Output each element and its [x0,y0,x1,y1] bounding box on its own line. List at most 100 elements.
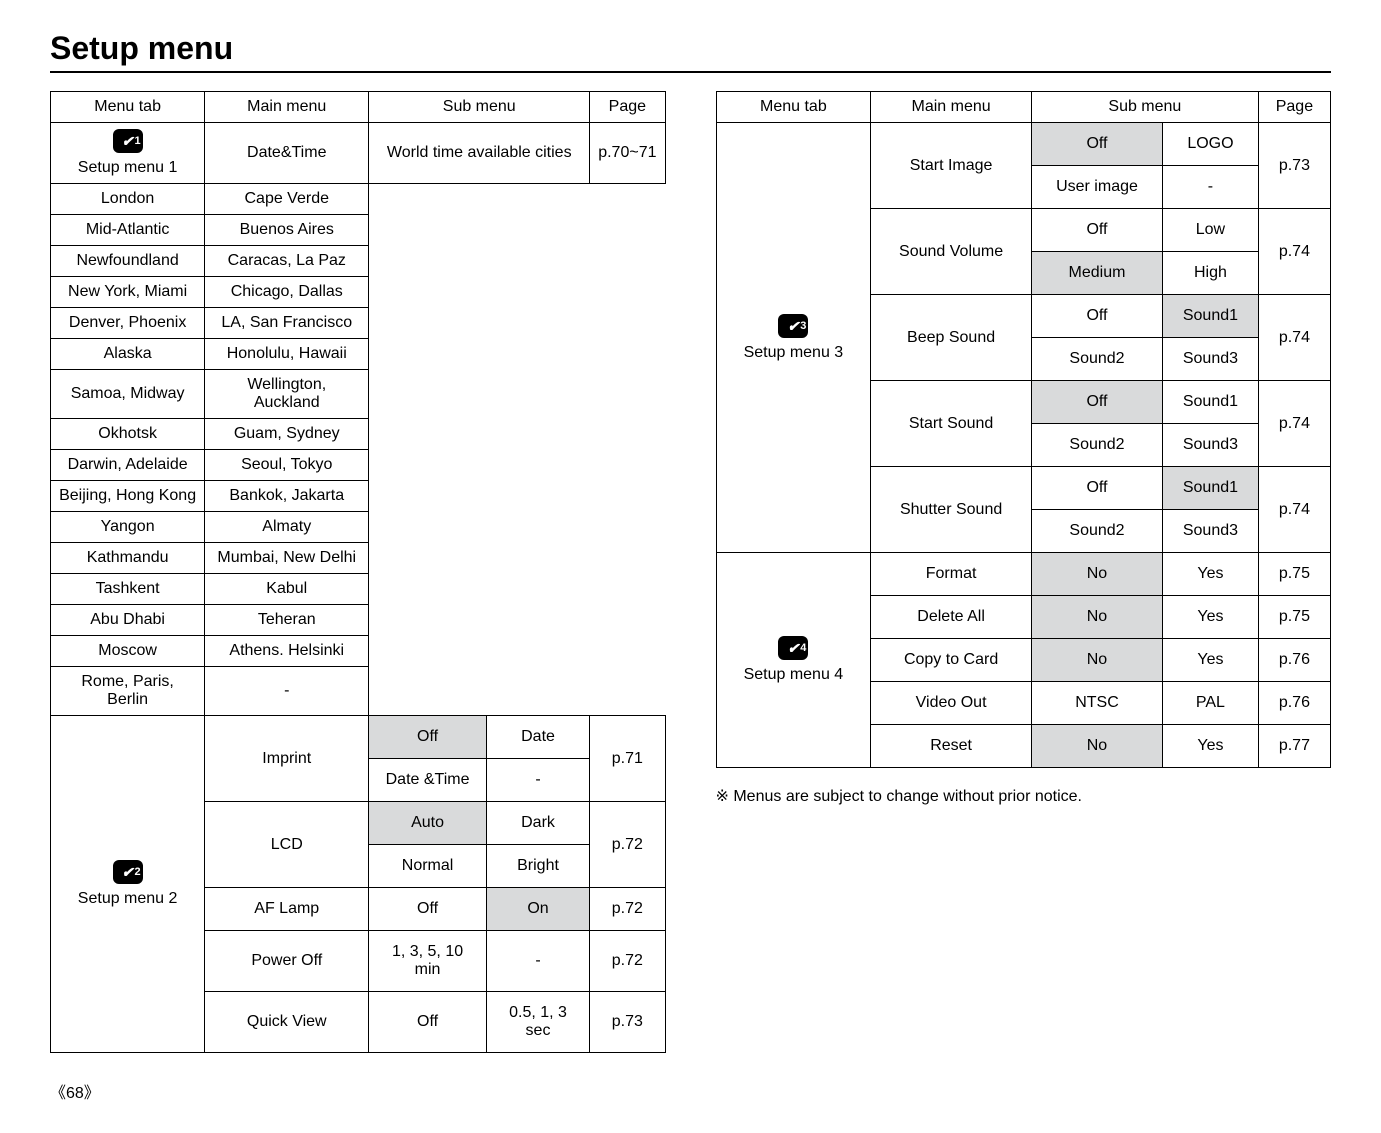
sub-menu-cell: Sound3 [1163,424,1259,467]
sub-menu-cell: Date [486,716,589,759]
city-cell: Cape Verde [205,184,369,215]
city-cell: Buenos Aires [205,215,369,246]
city-cell: Okhotsk [51,419,205,450]
setup1-label: Setup menu 1 [78,159,178,176]
main-menu-cell: Format [871,553,1032,596]
city-cell: Darwin, Adelaide [51,450,205,481]
city-row: Darwin, AdelaideSeoul, Tokyo [51,450,666,481]
wrench-icon: ✔1 [113,129,143,153]
wrench-icon: ✔3 [778,314,808,338]
page-number: 《68》 [50,1079,1331,1103]
page-cell: p.73 [1258,123,1330,209]
sub-menu-cell: Sound2 [1031,424,1162,467]
main-menu-cell: Shutter Sound [871,467,1032,553]
sub-menu-cell: NTSC [1031,682,1162,725]
city-row: AlaskaHonolulu, Hawaii [51,339,666,370]
city-cell: New York, Miami [51,277,205,308]
page-cell: p.74 [1258,467,1330,553]
sub-menu-cell: Auto [369,802,487,845]
city-cell: London [51,184,205,215]
menu-tab-setup4: ✔4Setup menu 4 [716,553,871,768]
page-cell: p.76 [1258,639,1330,682]
page-cell: p.72 [590,802,665,888]
city-row: MoscowAthens. Helsinki [51,636,666,667]
sub-menu-cell: Off [369,992,487,1053]
world-cities-label: World time available cities [369,123,590,184]
sub-menu-cell: No [1031,553,1162,596]
sub-menu-cell: Dark [486,802,589,845]
sub-menu-cell: 0.5, 1, 3 sec [486,992,589,1053]
main-menu-cell: Beep Sound [871,295,1032,381]
city-row: KathmanduMumbai, New Delhi [51,543,666,574]
setup3-label: Setup menu 3 [744,344,844,361]
page-cell: p.72 [590,931,665,992]
sub-menu-cell: Sound3 [1163,338,1259,381]
city-row: LondonCape Verde [51,184,666,215]
sub-menu-cell: Sound1 [1163,467,1259,510]
city-cell: - [205,667,369,716]
sub-menu-cell: Sound1 [1163,295,1259,338]
city-cell: Denver, Phoenix [51,308,205,339]
setup2-label: Setup menu 2 [78,890,178,907]
col-sub-menu: Sub menu [1031,92,1258,123]
main-menu-cell: Imprint [205,716,369,802]
city-cell: Athens. Helsinki [205,636,369,667]
city-cell: Beijing, Hong Kong [51,481,205,512]
sub-menu-cell: Medium [1031,252,1162,295]
sub-menu-cell: - [486,759,589,802]
sub-menu-cell: - [486,931,589,992]
sub-menu-cell: 1, 3, 5, 10 min [369,931,487,992]
city-cell: Alaska [51,339,205,370]
wrench-icon: ✔4 [778,636,808,660]
city-cell: Chicago, Dallas [205,277,369,308]
table-row: ✔4Setup menu 4FormatNoYesp.75 [716,553,1331,596]
page-cell: p.75 [1258,596,1330,639]
setup1-main: Date&Time [205,123,369,184]
city-row: YangonAlmaty [51,512,666,543]
menu-tab-setup1: ✔1 Setup menu 1 [51,123,205,184]
sub-menu-cell: Sound2 [1031,510,1162,553]
main-menu-cell: LCD [205,802,369,888]
main-menu-cell: Power Off [205,931,369,992]
page-cell: p.74 [1258,209,1330,295]
city-row: Beijing, Hong KongBankok, Jakarta [51,481,666,512]
sub-menu-cell: Yes [1163,639,1259,682]
page-cell: p.72 [590,888,665,931]
city-cell: Samoa, Midway [51,370,205,419]
city-row: Rome, Paris, Berlin- [51,667,666,716]
col-page: Page [590,92,665,123]
city-cell: Yangon [51,512,205,543]
sub-menu-cell: Off [369,716,487,759]
sub-menu-cell: LOGO [1163,123,1259,166]
sub-menu-cell: Bright [486,845,589,888]
sub-menu-cell: Sound3 [1163,510,1259,553]
main-menu-cell: Reset [871,725,1032,768]
main-menu-cell: AF Lamp [205,888,369,931]
header-row: Menu tab Main menu Sub menu Page [51,92,666,123]
city-row: OkhotskGuam, Sydney [51,419,666,450]
city-cell: Rome, Paris, Berlin [51,667,205,716]
sub-menu-cell: Off [369,888,487,931]
sub-menu-cell: No [1031,596,1162,639]
city-cell: Newfoundland [51,246,205,277]
city-cell: Guam, Sydney [205,419,369,450]
main-menu-cell: Delete All [871,596,1032,639]
page-cell: p.75 [1258,553,1330,596]
sub-menu-cell: PAL [1163,682,1259,725]
city-cell: Bankok, Jakarta [205,481,369,512]
city-row: Abu DhabiTeheran [51,605,666,636]
sub-menu-cell: Off [1031,123,1162,166]
sub-menu-cell: Low [1163,209,1259,252]
sub-menu-cell: Date &Time [369,759,487,802]
city-row: TashkentKabul [51,574,666,605]
col-main-menu: Main menu [205,92,369,123]
setup1-page: p.70~71 [590,123,665,184]
sub-menu-cell: Off [1031,381,1162,424]
city-cell: LA, San Francisco [205,308,369,339]
sub-menu-cell: User image [1031,166,1162,209]
right-table: Menu tab Main menu Sub menu Page ✔3Setup… [716,91,1332,768]
sub-menu-cell: Sound1 [1163,381,1259,424]
page-cell: p.74 [1258,295,1330,381]
menu-tab-setup2: ✔2Setup menu 2 [51,716,205,1053]
city-row: Samoa, MidwayWellington, Auckland [51,370,666,419]
